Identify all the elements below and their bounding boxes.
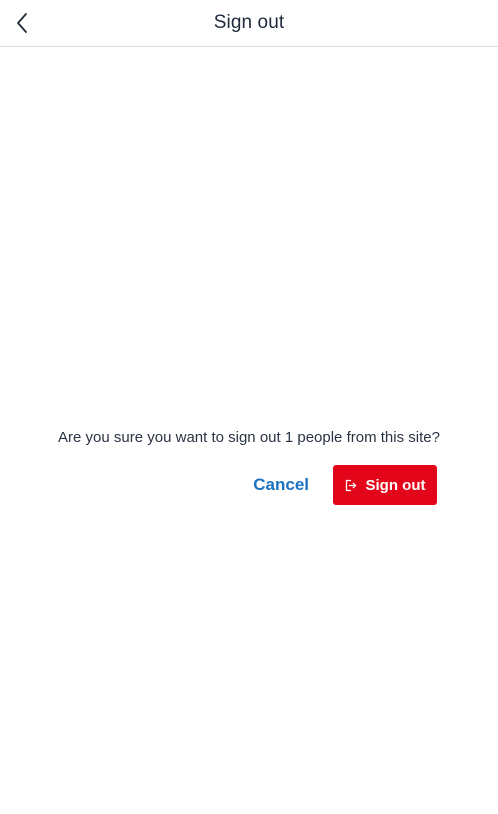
sign-out-button[interactable]: Sign out (333, 465, 437, 505)
dialog-actions: Cancel Sign out (253, 465, 437, 505)
cancel-button[interactable]: Cancel (253, 471, 309, 499)
sign-out-label: Sign out (365, 476, 426, 494)
confirmation-message: Are you sure you want to sign out 1 peop… (58, 429, 440, 446)
sign-out-icon (345, 479, 357, 492)
page-title: Sign out (213, 12, 285, 33)
top-bar: Sign out (0, 0, 498, 47)
